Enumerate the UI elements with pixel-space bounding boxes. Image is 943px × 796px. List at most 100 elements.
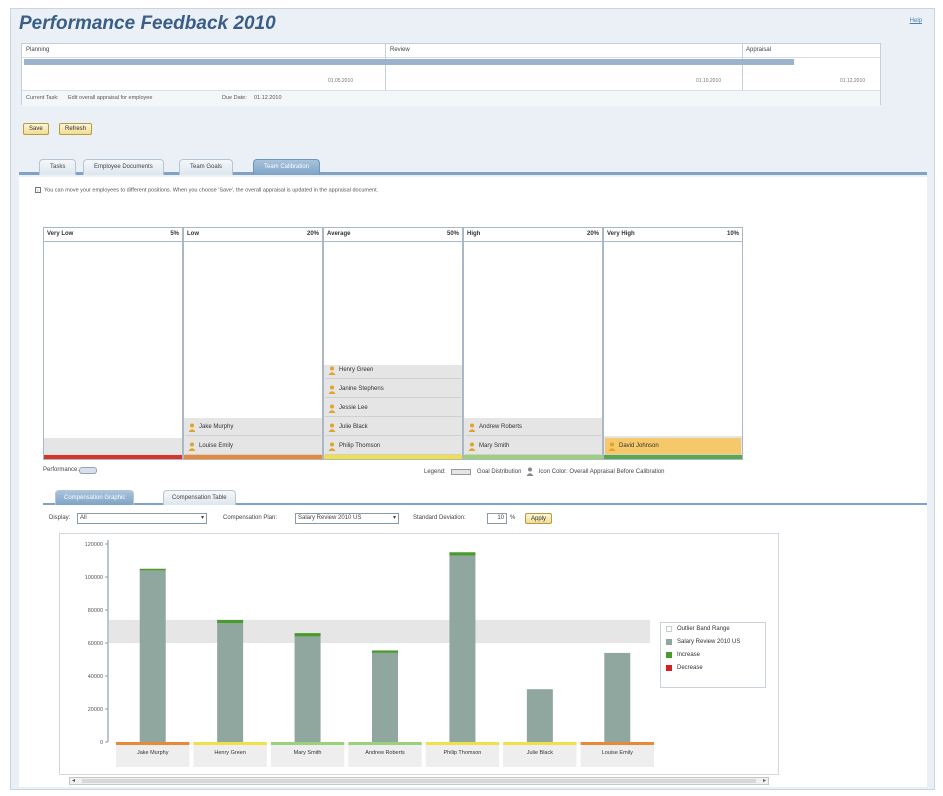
- tab-team-calibration[interactable]: Team Calibration: [253, 159, 321, 175]
- refresh-button[interactable]: Refresh: [59, 123, 93, 135]
- employee-name: Andrew Roberts: [479, 424, 523, 430]
- employee-card[interactable]: David Johnson: [605, 438, 741, 455]
- category-label-box: [193, 745, 267, 767]
- tab-team-goals[interactable]: Team Goals: [179, 159, 234, 175]
- tab-tasks[interactable]: Tasks: [39, 159, 77, 175]
- due-date-value: 01.12.2010: [254, 95, 282, 101]
- bar-salary: [294, 636, 321, 742]
- employee-card[interactable]: Andrew Roberts: [465, 419, 601, 436]
- apply-button[interactable]: Apply: [525, 513, 553, 524]
- compensation-plan-select[interactable]: Salary Review 2010 US ▾: [295, 513, 399, 524]
- compensation-tabstrip: Compensation Graphic Compensation Table: [43, 489, 927, 505]
- bar-salary: [526, 689, 553, 742]
- info-icon: i: [35, 187, 41, 193]
- tab-compensation-table[interactable]: Compensation Table: [163, 490, 236, 505]
- bucket-name: High: [467, 231, 481, 237]
- person-icon: [328, 404, 336, 413]
- bar-salary: [449, 555, 476, 742]
- employee-card[interactable]: Jessie Lee: [325, 400, 461, 417]
- category-label-box: [270, 745, 345, 767]
- roadmap-footer: Current Task: Edit overall appraisal for…: [22, 90, 880, 106]
- roadmap-step-review: Review: [390, 47, 410, 53]
- category-color-band: [193, 742, 267, 745]
- display-select[interactable]: All ▾: [77, 513, 207, 524]
- bar-increase: [294, 633, 321, 637]
- category-color-band: [116, 742, 190, 745]
- y-tick-label: 60000: [88, 641, 103, 647]
- chevron-down-icon: ▾: [392, 515, 396, 521]
- std-deviation-unit: %: [510, 515, 516, 521]
- person-icon: [188, 423, 196, 432]
- roadmap-step-appraisal: Appraisal: [746, 47, 772, 53]
- bucket-color-bar: [324, 455, 462, 459]
- calibration-bucket-very-low[interactable]: Very Low 5%: [43, 227, 183, 460]
- legend-swatch: [666, 665, 672, 671]
- roadmap-date-appraisal: 01.12.2010: [840, 78, 866, 84]
- scrollbar-thumb[interactable]: [82, 779, 756, 783]
- employee-name: David Johnson: [619, 443, 659, 449]
- bucket-header: Low 20%: [184, 228, 322, 242]
- due-date-label: Due Date:: [222, 95, 247, 101]
- person-icon: [328, 366, 336, 375]
- category-label-box: [580, 745, 654, 767]
- legend-swatch: [666, 626, 672, 632]
- bucket-header: Very Low 5%: [44, 228, 182, 242]
- category-color-band: [348, 742, 422, 745]
- legend-swatch: [666, 652, 672, 658]
- employee-card[interactable]: Janine Stephens: [325, 381, 461, 398]
- scroll-right-icon[interactable]: ▸: [763, 777, 766, 784]
- roadmap-date-planning: 01.05.2010: [328, 78, 354, 84]
- person-icon: [526, 467, 534, 476]
- help-link[interactable]: Help: [910, 18, 922, 24]
- bar-increase: [217, 619, 244, 624]
- bucket-percentage: 20%: [586, 231, 599, 237]
- category-label: Jake Murphy: [137, 750, 169, 756]
- info-message: i You can move your employees to differen…: [35, 187, 378, 193]
- current-task-label: Current Task:: [26, 95, 59, 101]
- employee-card[interactable]: Jake Murphy: [185, 419, 321, 436]
- employee-card[interactable]: Louise Emily: [185, 438, 321, 455]
- employee-card[interactable]: Henry Green: [325, 362, 461, 379]
- std-deviation-input[interactable]: 10: [487, 513, 507, 524]
- bucket-header: High 20%: [464, 228, 602, 242]
- grid-legend: Legend: Goal Distribution Icon Color: Ov…: [424, 467, 664, 476]
- bucket-percentage: 50%: [446, 231, 459, 237]
- bucket-percentage: 10%: [726, 231, 739, 237]
- roadmap-header: Planning Review Appraisal: [22, 44, 880, 58]
- chart-horizontal-scrollbar[interactable]: ◂ ▸: [69, 777, 769, 785]
- bar-salary: [604, 652, 631, 742]
- bucket-name: Low: [187, 231, 199, 237]
- calibration-bucket-very-high[interactable]: Very High 10% David Johnson: [603, 227, 743, 460]
- performance-toggle[interactable]: [79, 467, 97, 474]
- tab-compensation-graphic[interactable]: Compensation Graphic: [55, 490, 135, 505]
- category-label-box: [116, 745, 190, 767]
- category-label: Mary Smith: [294, 750, 322, 756]
- compensation-plan-value: Salary Review 2010 US: [298, 515, 362, 521]
- employee-card[interactable]: Julie Black: [325, 419, 461, 436]
- tab-employee-documents[interactable]: Employee Documents: [83, 159, 164, 175]
- employee-name: Philip Thomson: [339, 443, 381, 449]
- y-tick-label: 0: [100, 740, 103, 746]
- calibration-bucket-average[interactable]: Average 50% Henry Green Janine Stephens Jess…: [323, 227, 463, 460]
- person-icon: [608, 442, 616, 451]
- employee-card[interactable]: Philip Thomson: [325, 438, 461, 455]
- y-tick-label: 100000: [85, 575, 103, 581]
- category-label-box: [348, 745, 422, 767]
- calibration-bucket-high[interactable]: High 20% Andrew Roberts Mary Smith: [463, 227, 603, 460]
- category-color-band: [580, 742, 654, 745]
- category-color-band: [270, 742, 345, 745]
- employee-card[interactable]: Mary Smith: [465, 438, 601, 455]
- display-label: Display:: [49, 515, 71, 521]
- employee-name: Henry Green: [339, 367, 374, 373]
- calibration-bucket-low[interactable]: Low 20% Jake Murphy Louise Emily: [183, 227, 323, 460]
- y-tick-label: 20000: [88, 707, 103, 713]
- bucket-percentage: 20%: [306, 231, 319, 237]
- legend-text: Salary Review 2010 US: [677, 639, 741, 645]
- bucket-name: Very Low: [47, 231, 74, 237]
- roadmap-step-planning: Planning: [26, 47, 50, 53]
- legend-icon-text: Icon Color: Overall Appraisal Before Cal…: [538, 469, 665, 476]
- scroll-left-icon[interactable]: ◂: [72, 777, 75, 784]
- save-button[interactable]: Save: [23, 123, 49, 135]
- performance-label: Performance:: [43, 467, 80, 473]
- y-tick-label: 40000: [88, 674, 103, 680]
